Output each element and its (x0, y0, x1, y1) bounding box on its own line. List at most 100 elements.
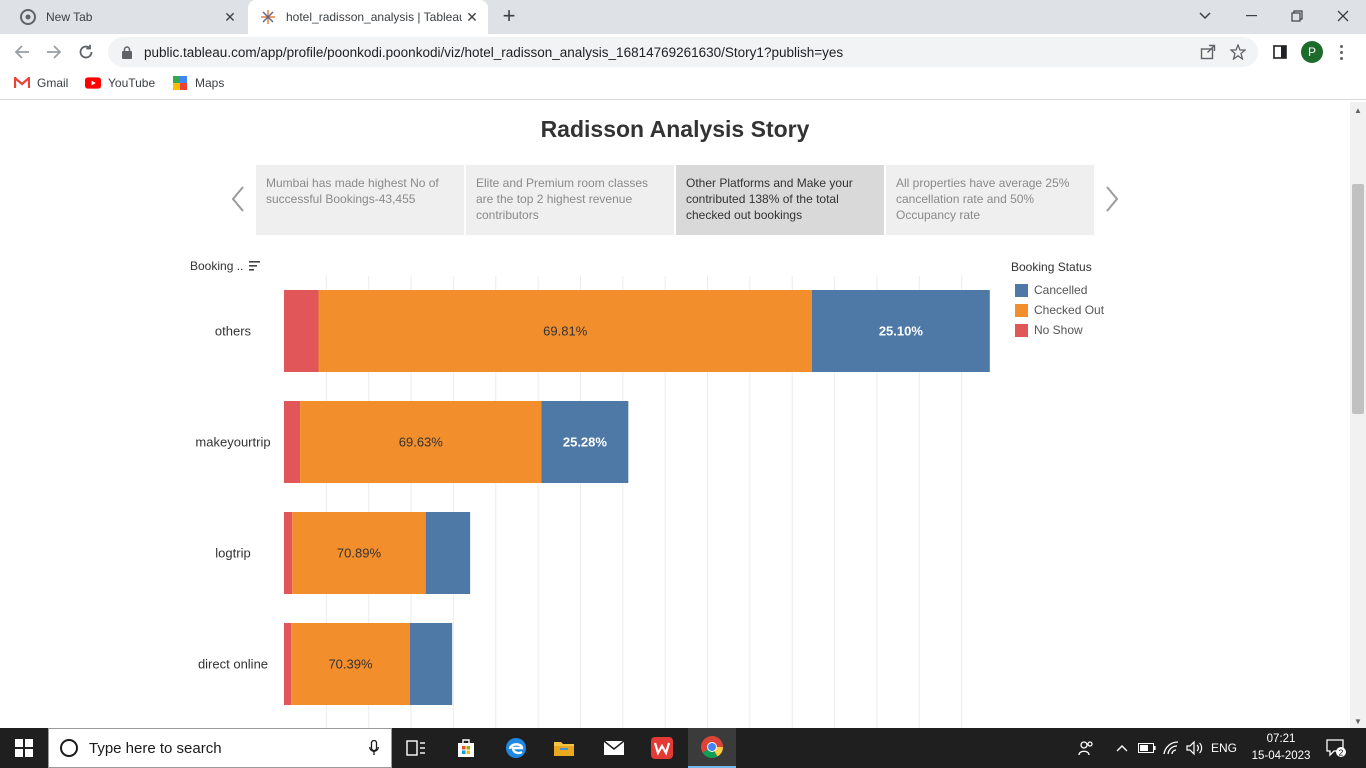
category-label: direct online (198, 657, 268, 672)
scroll-down-arrow[interactable]: ▼ (1353, 717, 1363, 726)
people-icon[interactable] (1074, 728, 1098, 768)
bookmark-label: YouTube (108, 76, 156, 90)
tableau-icon (260, 9, 276, 25)
profile-avatar[interactable]: P (1301, 41, 1323, 63)
mail-icon[interactable] (590, 728, 638, 768)
page-scrollbar[interactable]: ▲ ▼ (1350, 102, 1366, 728)
battery-icon[interactable] (1136, 728, 1158, 768)
close-tab-icon[interactable]: ✕ (462, 7, 482, 27)
wifi-icon[interactable] (1160, 728, 1182, 768)
story-previous-arrow[interactable] (226, 182, 250, 216)
tab-title: New Tab (46, 10, 93, 24)
bar-segment[interactable] (284, 290, 319, 372)
microsoft-store-icon[interactable] (442, 728, 490, 768)
bookmark-label: Maps (195, 76, 225, 90)
wps-office-icon[interactable] (638, 728, 686, 768)
bookmark-star-icon[interactable] (1228, 42, 1248, 62)
taskbar-clock[interactable]: 07:21 15-04-2023 (1248, 731, 1314, 765)
data-label: 69.81% (543, 324, 588, 339)
legend-title: Booking Status (1011, 260, 1092, 274)
browser-menu-icon[interactable] (1336, 40, 1346, 64)
tab-new-tab[interactable]: New Tab ✕ (8, 0, 246, 34)
maps-icon (172, 76, 188, 90)
legend-swatch (1015, 283, 1028, 297)
browser-tab-strip: New Tab ✕ hotel_radisson_analysis | Tabl… (0, 0, 1366, 34)
legend-item-cancelled[interactable]: Cancelled (1011, 280, 1104, 300)
bookmark-gmail[interactable]: Gmail (14, 76, 68, 90)
bar-segment[interactable] (284, 401, 301, 483)
category-label: others (215, 324, 252, 339)
new-tab-button[interactable]: + (498, 5, 520, 28)
back-button[interactable] (8, 38, 36, 66)
legend-label: Checked Out (1034, 303, 1105, 317)
restore-button[interactable] (1274, 0, 1320, 32)
legend-item-checked-out[interactable]: Checked Out (1011, 300, 1104, 320)
url-text: public.tableau.com/app/profile/poonkodi.… (144, 44, 844, 60)
volume-icon[interactable] (1184, 728, 1206, 768)
notification-count: 2 (1339, 748, 1344, 758)
category-label: makeyourtrip (195, 435, 270, 450)
browser-toolbar: public.tableau.com/app/profile/poonkodi.… (0, 34, 1366, 70)
side-panel-icon[interactable] (1266, 38, 1294, 66)
chrome-taskbar-icon[interactable] (688, 728, 736, 768)
bookmark-maps[interactable]: Maps (172, 76, 224, 90)
category-label: logtrip (215, 546, 250, 561)
bar-segment[interactable] (284, 512, 293, 594)
youtube-icon (85, 76, 101, 90)
tab-tableau[interactable]: hotel_radisson_analysis | Tableau ✕ (248, 0, 488, 34)
tab-search-icon[interactable] (1182, 0, 1228, 32)
legend-label: Cancelled (1034, 283, 1088, 297)
tab-title: hotel_radisson_analysis | Tableau (286, 10, 462, 24)
share-icon[interactable] (1198, 42, 1218, 62)
notification-center-icon[interactable]: 2 (1318, 728, 1354, 768)
search-placeholder: Type here to search (89, 739, 222, 757)
bar-segment[interactable] (409, 623, 453, 705)
scroll-up-arrow[interactable]: ▲ (1353, 106, 1363, 115)
bookmarks-bar: Gmail YouTube Maps (0, 70, 1366, 100)
bar-segment[interactable] (284, 623, 292, 705)
data-label: 69.63% (399, 435, 444, 450)
bookmark-youtube[interactable]: YouTube (85, 76, 155, 90)
forward-button[interactable] (40, 38, 68, 66)
show-hidden-icons[interactable] (1112, 728, 1132, 768)
gmail-icon (14, 76, 30, 90)
task-view-icon[interactable] (392, 728, 440, 768)
windows-taskbar: Type here to search ENG 07:21 15-04-2023… (0, 728, 1366, 768)
close-tab-icon[interactable]: ✕ (220, 7, 240, 27)
booking-platform-header[interactable]: Booking .. (190, 259, 261, 273)
story-point-4[interactable]: All properties have average 25% cancella… (886, 165, 1094, 235)
bookmark-label: Gmail (37, 76, 69, 90)
legend-item-no-show[interactable]: No Show (1011, 320, 1104, 340)
booking-status-bar-chart: others 69.81% 25.10% makeyourtrip 69.63% 25.2… (195, 276, 990, 728)
taskbar-search-box[interactable]: Type here to search (48, 728, 392, 768)
clock-time: 07:21 (1266, 733, 1296, 745)
file-explorer-icon[interactable] (540, 728, 588, 768)
edge-icon[interactable] (492, 728, 540, 768)
story-title: Radisson Analysis Story (540, 116, 810, 142)
tableau-story-viewport: Radisson Analysis Story Mumbai has made … (0, 102, 1350, 728)
chrome-icon (20, 9, 36, 25)
story-point-1[interactable]: Mumbai has made highest No of successful… (256, 165, 464, 235)
lock-icon[interactable] (120, 45, 134, 59)
story-next-arrow[interactable] (1100, 182, 1124, 216)
sort-icon[interactable] (249, 261, 261, 271)
data-label: 70.89% (337, 546, 382, 561)
legend: Booking Status Cancelled Checked Out No … (1011, 260, 1104, 340)
story-point-2[interactable]: Elite and Premium room classes are the t… (466, 165, 674, 235)
data-label: 70.39% (328, 657, 373, 672)
clock-date: 15-04-2023 (1251, 750, 1311, 762)
data-label: 25.10% (879, 324, 924, 339)
address-bar[interactable]: public.tableau.com/app/profile/poonkodi.… (108, 37, 1258, 67)
story-navigator: Mumbai has made highest No of successful… (256, 165, 1094, 235)
close-window-button[interactable] (1320, 0, 1366, 32)
reload-button[interactable] (72, 38, 100, 66)
legend-swatch (1015, 303, 1028, 317)
minimize-button[interactable] (1228, 0, 1274, 32)
legend-swatch (1015, 323, 1028, 337)
story-point-3[interactable]: Other Platforms and Make your contribute… (676, 165, 884, 235)
scrollbar-thumb[interactable] (1352, 184, 1364, 414)
windows-start-button[interactable] (0, 728, 48, 768)
microphone-icon[interactable] (369, 740, 379, 756)
input-language[interactable]: ENG (1208, 728, 1240, 768)
bar-segment[interactable] (425, 512, 471, 594)
